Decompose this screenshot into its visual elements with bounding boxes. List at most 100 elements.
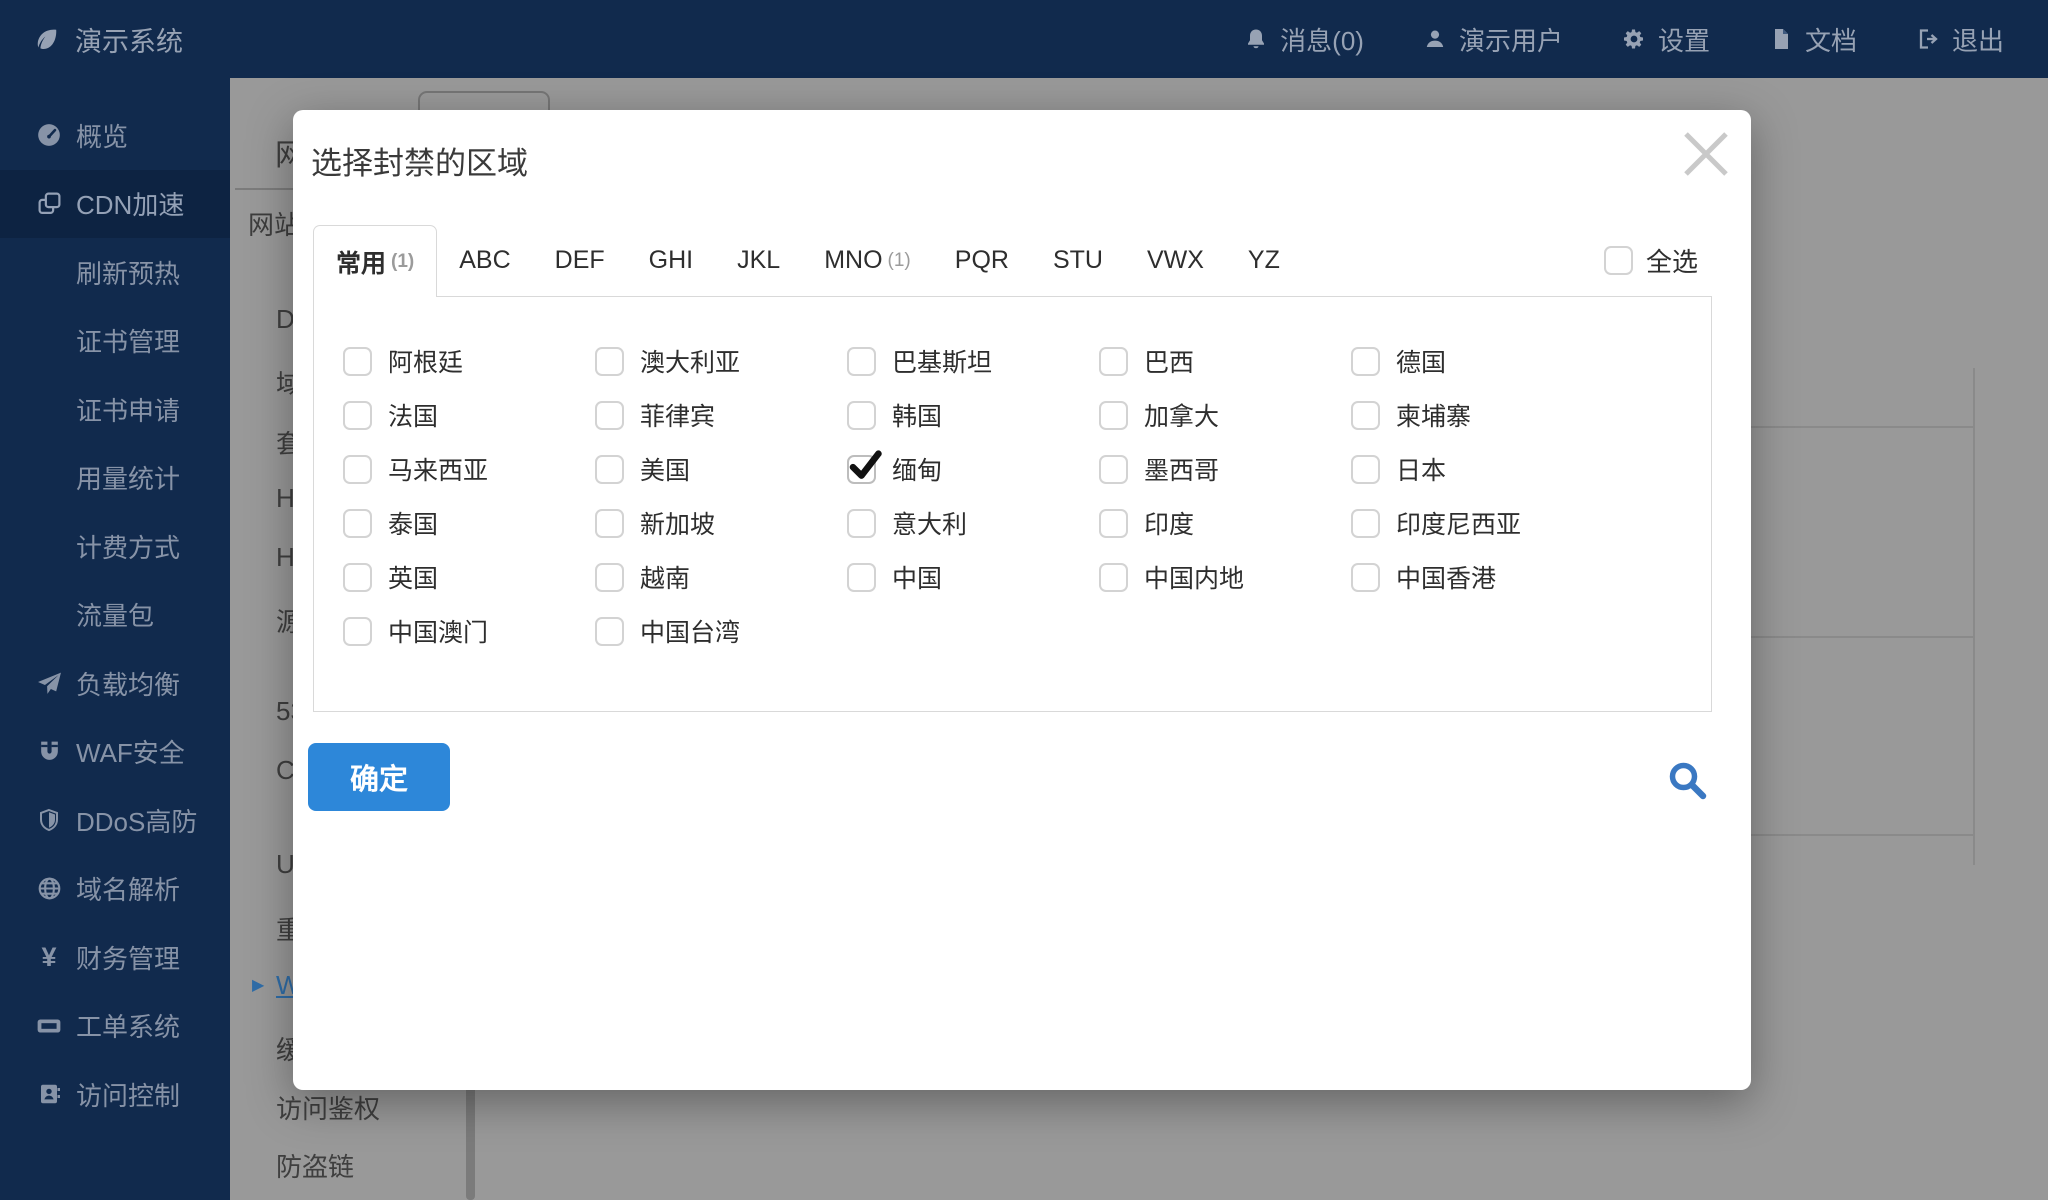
region-option-新加坡[interactable]: 新加坡 (595, 496, 847, 550)
sidebar-item-overview[interactable]: 概览 (0, 101, 230, 170)
region-checkbox[interactable] (1099, 401, 1128, 430)
sidebar-item-load-balance[interactable]: 负载均衡 (0, 649, 230, 718)
sidebar-label: 负载均衡 (76, 665, 180, 702)
region-checkbox[interactable] (595, 617, 624, 646)
region-checkbox[interactable] (595, 347, 624, 376)
sidebar-item-cdn[interactable]: CDN加速 (0, 170, 230, 239)
region-checkbox[interactable] (847, 347, 876, 376)
tab-GHI[interactable]: GHI (627, 225, 715, 296)
region-checkbox[interactable] (1099, 509, 1128, 538)
region-checkbox[interactable] (595, 563, 624, 592)
region-option-泰国[interactable]: 泰国 (343, 496, 595, 550)
region-option-墨西哥[interactable]: 墨西哥 (1099, 442, 1351, 496)
sidebar-item-traffic-pack[interactable]: 流量包 (0, 581, 230, 650)
sidebar-item-dns[interactable]: 域名解析 (0, 855, 230, 924)
region-checkbox[interactable] (1351, 509, 1380, 538)
search-icon[interactable] (1665, 758, 1711, 804)
region-option-阿根廷[interactable]: 阿根廷 (343, 334, 595, 388)
region-checkbox[interactable] (343, 401, 372, 430)
region-option-缅甸[interactable]: 缅甸 (847, 442, 1099, 496)
select-all[interactable]: 全选 (1604, 242, 1698, 279)
region-option-法国[interactable]: 法国 (343, 388, 595, 442)
region-checkbox[interactable] (1351, 401, 1380, 430)
region-checkbox[interactable] (847, 455, 876, 484)
bg-menu-fragment: ▶ C (276, 755, 295, 786)
region-checkbox[interactable] (343, 347, 372, 376)
nav-logout[interactable]: 退出 (1915, 21, 2004, 58)
region-checkbox[interactable] (595, 509, 624, 538)
region-option-美国[interactable]: 美国 (595, 442, 847, 496)
region-checkbox[interactable] (847, 563, 876, 592)
sidebar-item-usage-stats[interactable]: 用量统计 (0, 444, 230, 513)
nav-settings[interactable]: 设置 (1621, 21, 1710, 58)
region-option-意大利[interactable]: 意大利 (847, 496, 1099, 550)
close-icon[interactable] (1681, 128, 1731, 180)
tab-DEF[interactable]: DEF (533, 225, 627, 296)
sidebar-item-tickets[interactable]: 工单系统 (0, 992, 230, 1061)
region-option-菲律宾[interactable]: 菲律宾 (595, 388, 847, 442)
region-checkbox[interactable] (1099, 563, 1128, 592)
bg-table-hline (1751, 426, 1974, 428)
region-checkbox[interactable] (343, 509, 372, 538)
tab-STU[interactable]: STU (1031, 225, 1125, 296)
region-label: 中国澳门 (388, 613, 488, 649)
region-option-中国香港[interactable]: 中国香港 (1351, 550, 1603, 604)
tab-MNO[interactable]: MNO (1) (802, 225, 933, 296)
region-checkbox[interactable] (1099, 455, 1128, 484)
tab-ABC[interactable]: ABC (437, 225, 532, 296)
tab-常用[interactable]: 常用 (1) (313, 225, 437, 297)
sidebar-label: 证书申请 (76, 391, 180, 428)
region-option-马来西亚[interactable]: 马来西亚 (343, 442, 595, 496)
region-checkbox[interactable] (1351, 347, 1380, 376)
region-option-中国[interactable]: 中国 (847, 550, 1099, 604)
sidebar-item-cert-manage[interactable]: 证书管理 (0, 307, 230, 376)
region-checkbox[interactable] (343, 455, 372, 484)
sidebar-item-finance[interactable]: ¥ 财务管理 (0, 923, 230, 992)
region-option-英国[interactable]: 英国 (343, 550, 595, 604)
region-option-澳大利亚[interactable]: 澳大利亚 (595, 334, 847, 388)
tab-JKL[interactable]: JKL (715, 225, 802, 296)
bg-scrollbar[interactable] (466, 1084, 475, 1200)
select-all-checkbox[interactable] (1604, 246, 1633, 275)
region-checkbox[interactable] (1099, 347, 1128, 376)
region-checkbox[interactable] (847, 509, 876, 538)
region-checkbox[interactable] (595, 401, 624, 430)
region-option-柬埔寨[interactable]: 柬埔寨 (1351, 388, 1603, 442)
region-option-加拿大[interactable]: 加拿大 (1099, 388, 1351, 442)
region-checkbox[interactable] (343, 617, 372, 646)
region-option-中国内地[interactable]: 中国内地 (1099, 550, 1351, 604)
region-option-中国澳门[interactable]: 中国澳门 (343, 604, 595, 658)
nav-user[interactable]: 演示用户 (1422, 21, 1563, 58)
sidebar-item-cert-apply[interactable]: 证书申请 (0, 375, 230, 444)
confirm-button[interactable]: 确定 (308, 743, 450, 811)
region-option-韩国[interactable]: 韩国 (847, 388, 1099, 442)
region-option-越南[interactable]: 越南 (595, 550, 847, 604)
nav-docs[interactable]: 文档 (1768, 21, 1857, 58)
region-option-中国台湾[interactable]: 中国台湾 (595, 604, 847, 658)
sidebar-item-waf[interactable]: WAF安全 (0, 718, 230, 787)
region-checkbox[interactable] (343, 563, 372, 592)
sidebar-item-billing[interactable]: 计费方式 (0, 512, 230, 581)
tab-YZ[interactable]: YZ (1226, 225, 1302, 296)
region-checkbox[interactable] (1351, 563, 1380, 592)
region-checkbox[interactable] (1351, 455, 1380, 484)
region-checkbox[interactable] (595, 455, 624, 484)
region-checkbox[interactable] (847, 401, 876, 430)
brand[interactable]: 演示系统 (0, 20, 183, 59)
region-option-印度尼西亚[interactable]: 印度尼西亚 (1351, 496, 1603, 550)
region-option-德国[interactable]: 德国 (1351, 334, 1603, 388)
region-label: 新加坡 (640, 505, 715, 541)
tab-PQR[interactable]: PQR (933, 225, 1031, 296)
region-option-印度[interactable]: 印度 (1099, 496, 1351, 550)
region-option-日本[interactable]: 日本 (1351, 442, 1603, 496)
sidebar-label: 用量统计 (76, 459, 180, 496)
tab-VWX[interactable]: VWX (1125, 225, 1226, 296)
sidebar-item-access-control[interactable]: 访问控制 (0, 1060, 230, 1129)
region-option-巴西[interactable]: 巴西 (1099, 334, 1351, 388)
region-label: 中国 (892, 559, 942, 595)
sidebar-label: 工单系统 (76, 1007, 180, 1044)
sidebar-item-refresh-prewarm[interactable]: 刷新预热 (0, 238, 230, 307)
region-option-巴基斯坦[interactable]: 巴基斯坦 (847, 334, 1099, 388)
nav-messages[interactable]: 消息(0) (1243, 21, 1364, 58)
sidebar-item-ddos[interactable]: DDoS高防 (0, 786, 230, 855)
